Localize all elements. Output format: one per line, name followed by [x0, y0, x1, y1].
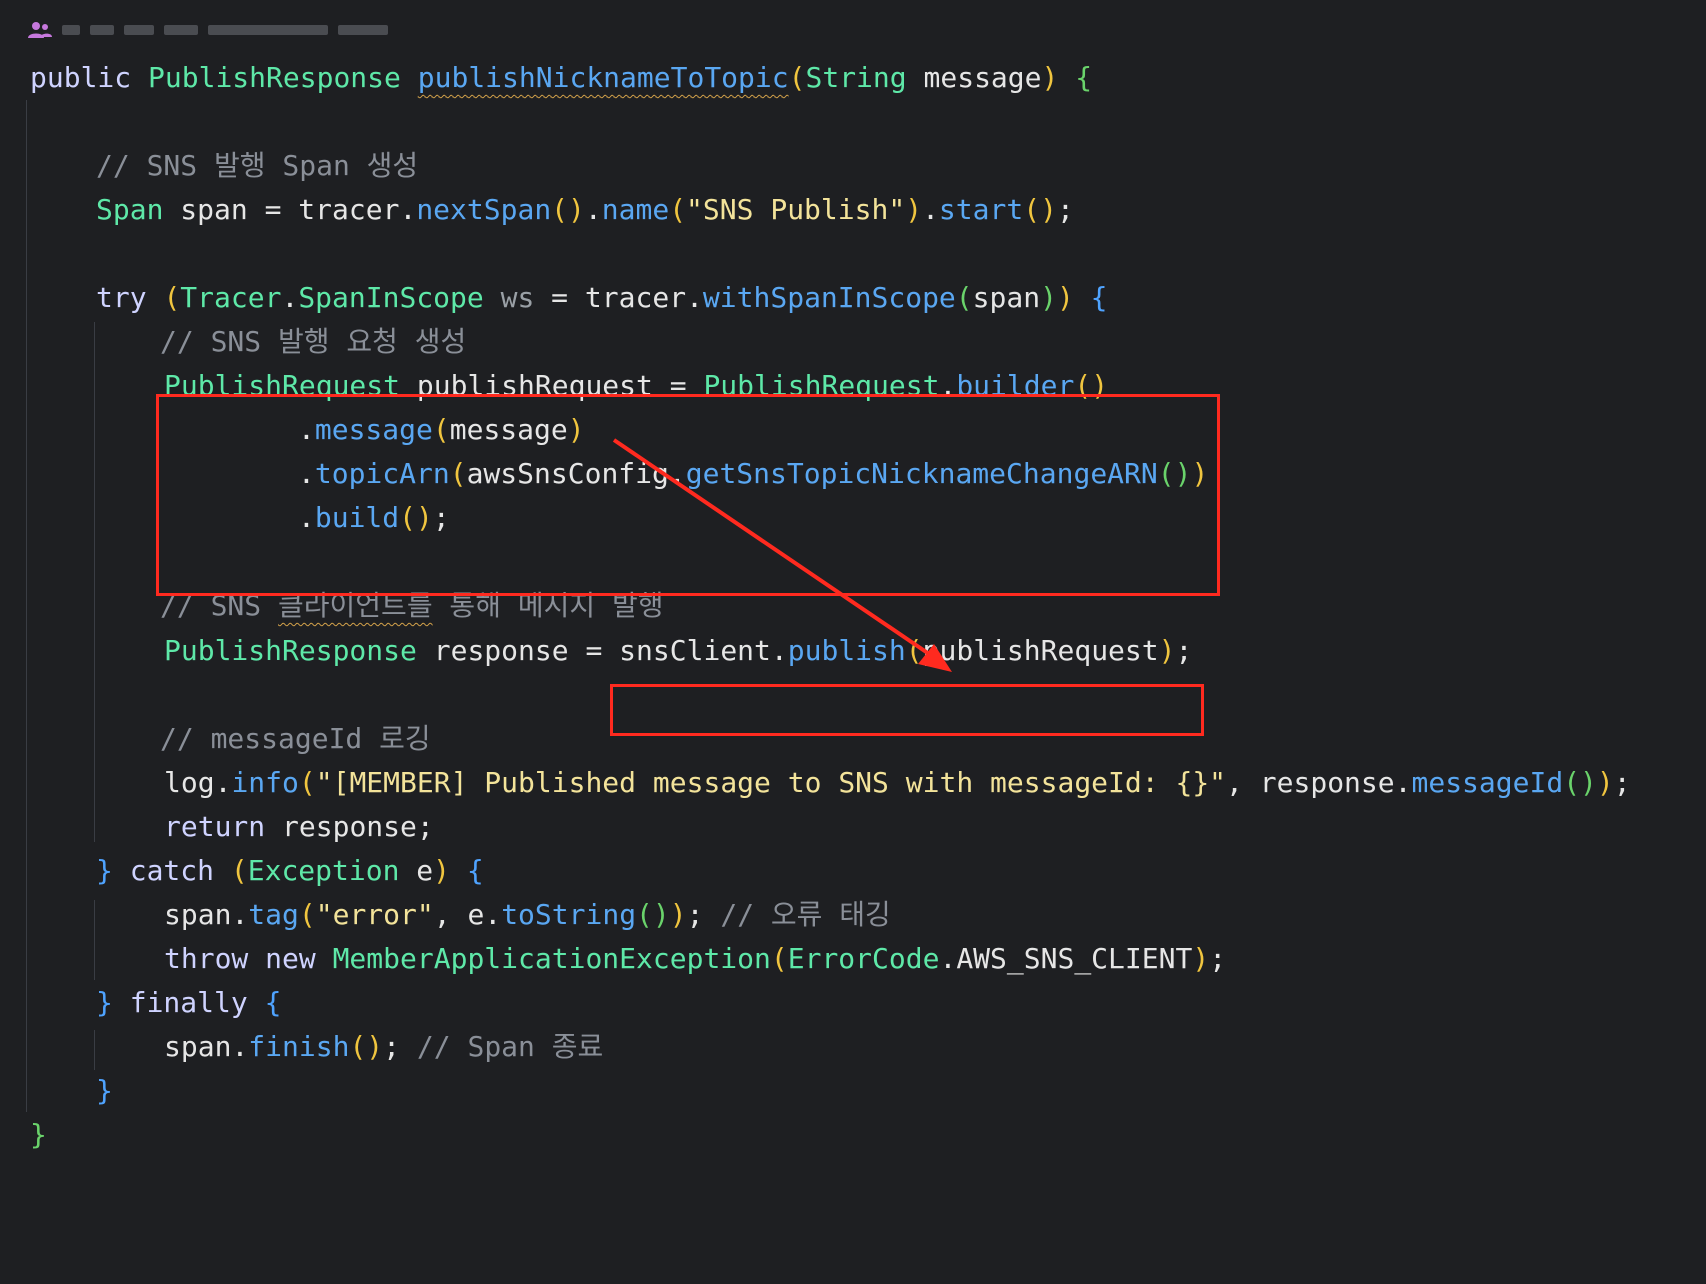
code-editor[interactable]: public PublishResponse publishNicknameTo…	[0, 0, 1706, 1284]
annotation-arrow	[612, 438, 952, 672]
